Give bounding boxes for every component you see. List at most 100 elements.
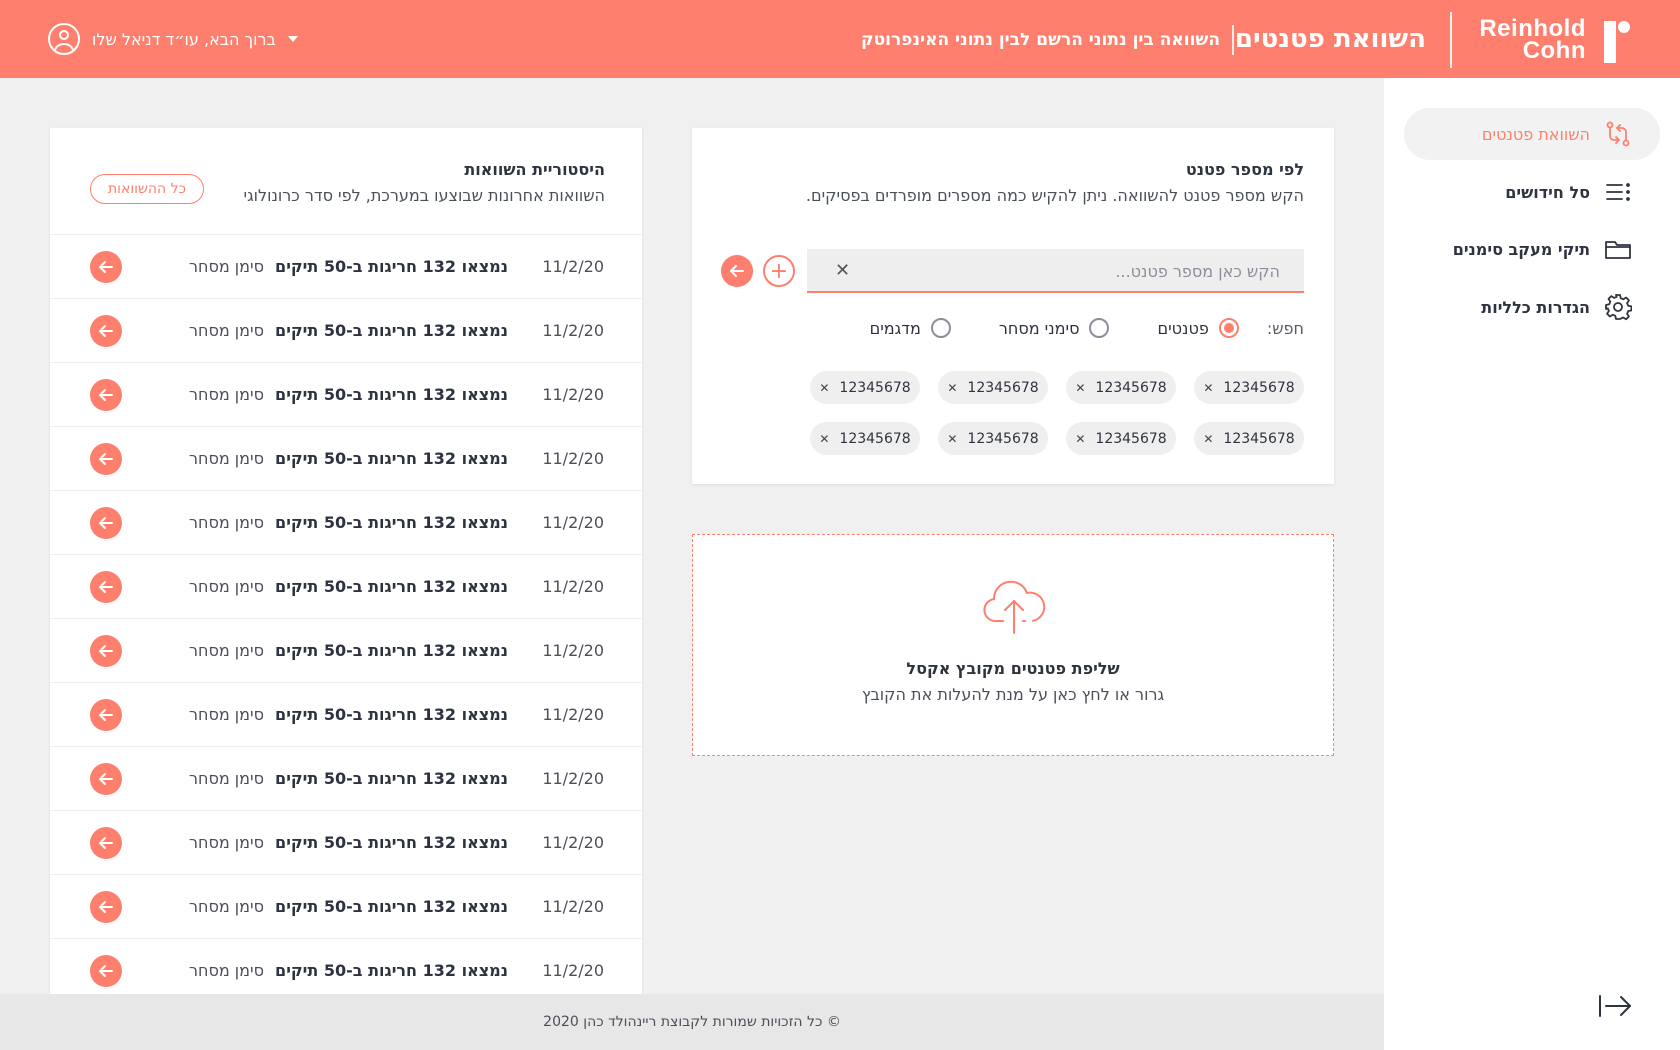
submit-search-button[interactable] <box>721 255 753 287</box>
sidebar-item-settings[interactable]: הגדרות כלליות <box>1404 281 1660 333</box>
top-header: Reinhold Cohn השוואת פטנטים השוואה בין נ… <box>0 0 1680 78</box>
remove-chip-icon[interactable]: ✕ <box>1203 432 1213 446</box>
history-result: נמצאו 132 חריגות ב-50 תיקים <box>275 321 508 340</box>
logo-line-2: Cohn <box>1522 37 1586 64</box>
history-date: 11/2/20 <box>542 257 604 276</box>
arrow-left-icon <box>99 709 113 721</box>
chip-label: 12345678 <box>967 379 1039 396</box>
radio-patents[interactable]: פטנטים <box>1157 318 1239 338</box>
history-type: סימן מסחר <box>188 321 264 340</box>
radio-trademarks[interactable]: סימני מסחר <box>999 318 1110 338</box>
history-row[interactable]: 11/2/20 נמצאו 132 חריגות ב-50 תיקים סימן… <box>50 682 642 746</box>
patent-number-field[interactable]: ✕ <box>807 249 1304 293</box>
history-row[interactable]: 11/2/20 נמצאו 132 חריגות ב-50 תיקים סימן… <box>50 362 642 426</box>
history-title: היסטוריית השוואות <box>464 160 605 179</box>
remove-chip-icon[interactable]: ✕ <box>1075 432 1085 446</box>
search-card-description: הקש מספר פטנט להשוואה. ניתן להקיש כמה מס… <box>805 186 1304 205</box>
remove-chip-icon[interactable]: ✕ <box>1075 381 1085 395</box>
cloud-upload-icon <box>983 580 1046 634</box>
sidebar-item-patent-compare[interactable]: השוואת פטנטים <box>1404 108 1660 160</box>
open-comparison-button[interactable] <box>90 571 122 603</box>
sidebar-item-label: השוואת פטנטים <box>1481 124 1590 144</box>
open-comparison-button[interactable] <box>90 443 122 475</box>
excel-upload-dropzone[interactable]: שליפת פטנטים מקובץ אקסל גרור או לחץ כאן … <box>692 534 1334 756</box>
folder-icon <box>1605 241 1631 259</box>
chip-label: 12345678 <box>1095 430 1167 447</box>
user-avatar-icon[interactable] <box>48 23 80 55</box>
search-type-label: חפש: <box>1266 318 1304 338</box>
history-date: 11/2/20 <box>542 961 604 980</box>
history-row[interactable]: 11/2/20 נמצאו 132 חריגות ב-50 תיקים סימן… <box>50 426 642 490</box>
chip-label: 12345678 <box>967 430 1039 447</box>
history-row[interactable]: 11/2/20 נמצאו 132 חריגות ב-50 תיקים סימן… <box>50 746 642 810</box>
open-comparison-button[interactable] <box>90 315 122 347</box>
history-row[interactable]: 11/2/20 נמצאו 132 חריגות ב-50 תיקים סימן… <box>50 618 642 682</box>
radio-label: מדגמים <box>869 318 921 338</box>
radio-label: פטנטים <box>1157 318 1209 338</box>
sidebar-item-innovations-basket[interactable]: סל חידושים <box>1404 166 1660 218</box>
history-date: 11/2/20 <box>542 513 604 532</box>
history-row[interactable]: 11/2/20 נמצאו 132 חריגות ב-50 תיקים סימן… <box>50 874 642 938</box>
list-icon <box>1606 183 1630 201</box>
page-subtitle: השוואה בין נתוני הרשם לבין נתוני האינפרו… <box>861 30 1220 50</box>
history-date: 11/2/20 <box>542 705 604 724</box>
remove-chip-icon[interactable]: ✕ <box>819 432 829 446</box>
clear-icon[interactable]: ✕ <box>835 260 850 281</box>
history-date: 11/2/20 <box>542 449 604 468</box>
radio-circle[interactable] <box>1089 318 1110 338</box>
open-comparison-button[interactable] <box>90 827 122 859</box>
open-comparison-button[interactable] <box>90 251 122 283</box>
sidebar-item-label: סל חידושים <box>1505 182 1590 202</box>
history-row[interactable]: 11/2/20 נמצאו 132 חריגות ב-50 תיקים סימן… <box>50 298 642 362</box>
open-comparison-button[interactable] <box>90 379 122 411</box>
history-type: סימן מסחר <box>188 705 264 724</box>
history-type: סימן מסחר <box>188 641 264 660</box>
open-comparison-button[interactable] <box>90 507 122 539</box>
patent-number-input[interactable] <box>880 259 1280 283</box>
arrow-left-icon <box>99 517 113 529</box>
footer: © כל הזכויות שמורות לקבוצת ריינהולד כהן … <box>0 994 1384 1050</box>
remove-chip-icon[interactable]: ✕ <box>947 432 957 446</box>
history-row[interactable]: 11/2/20 נמצאו 132 חריגות ב-50 תיקים סימן… <box>50 938 642 996</box>
history-list: 11/2/20 נמצאו 132 חריגות ב-50 תיקים סימן… <box>50 234 642 996</box>
history-result: נמצאו 132 חריגות ב-50 תיקים <box>275 769 508 788</box>
open-comparison-button[interactable] <box>90 635 122 667</box>
remove-chip-icon[interactable]: ✕ <box>1203 381 1213 395</box>
sidebar-item-trademark-folders[interactable]: תיקי מעקב סימנים <box>1404 223 1660 275</box>
history-date: 11/2/20 <box>542 897 604 916</box>
all-comparisons-button[interactable]: כל ההשוואות <box>90 174 204 204</box>
reinhold-cohn-logo[interactable]: Reinhold Cohn <box>1479 16 1630 64</box>
history-row[interactable]: 11/2/20 נמצאו 132 חריגות ב-50 תיקים סימן… <box>50 554 642 618</box>
patent-chip: 12345678 ✕ <box>1194 422 1304 455</box>
copyright-text: © כל הזכויות שמורות לקבוצת ריינהולד כהן … <box>543 1014 841 1030</box>
logout-arrow-icon[interactable] <box>1598 992 1634 1020</box>
radio-designs[interactable]: מדגמים <box>870 318 951 338</box>
history-result: נמצאו 132 חריגות ב-50 תיקים <box>275 705 508 724</box>
page-title: השוואת פטנטים <box>1234 24 1426 54</box>
chevron-down-icon[interactable] <box>287 36 298 42</box>
arrow-left-icon <box>99 261 113 273</box>
remove-chip-icon[interactable]: ✕ <box>947 381 957 395</box>
open-comparison-button[interactable] <box>90 955 122 987</box>
history-type: סימן מסחר <box>188 577 264 596</box>
history-row[interactable]: 11/2/20 נמצאו 132 חריגות ב-50 תיקים סימן… <box>50 490 642 554</box>
open-comparison-button[interactable] <box>90 891 122 923</box>
radio-circle[interactable] <box>1218 318 1239 338</box>
open-comparison-button[interactable] <box>90 699 122 731</box>
logo-mark-icon <box>1600 17 1630 63</box>
search-card-title: לפי מספר פטנט <box>1185 160 1304 179</box>
arrow-left-icon <box>99 389 113 401</box>
history-date: 11/2/20 <box>542 577 604 596</box>
history-row[interactable]: 11/2/20 נמצאו 132 חריגות ב-50 תיקים סימן… <box>50 234 642 298</box>
add-patent-button[interactable]: + <box>763 255 795 287</box>
remove-chip-icon[interactable]: ✕ <box>819 381 829 395</box>
open-comparison-button[interactable] <box>90 763 122 795</box>
arrow-left-icon <box>99 901 113 913</box>
radio-circle[interactable] <box>930 318 951 338</box>
history-date: 11/2/20 <box>542 321 604 340</box>
user-menu[interactable]: ברוך הבא, עו״ד דניאל שלו <box>48 22 316 56</box>
history-row[interactable]: 11/2/20 נמצאו 132 חריגות ב-50 תיקים סימן… <box>50 810 642 874</box>
patent-chips-list: 12345678 ✕ 12345678 ✕ 12345678 ✕ 12345678 ✕ … <box>807 371 1304 455</box>
patent-chip: 12345678 ✕ <box>938 422 1048 455</box>
arrow-left-icon <box>99 453 113 465</box>
